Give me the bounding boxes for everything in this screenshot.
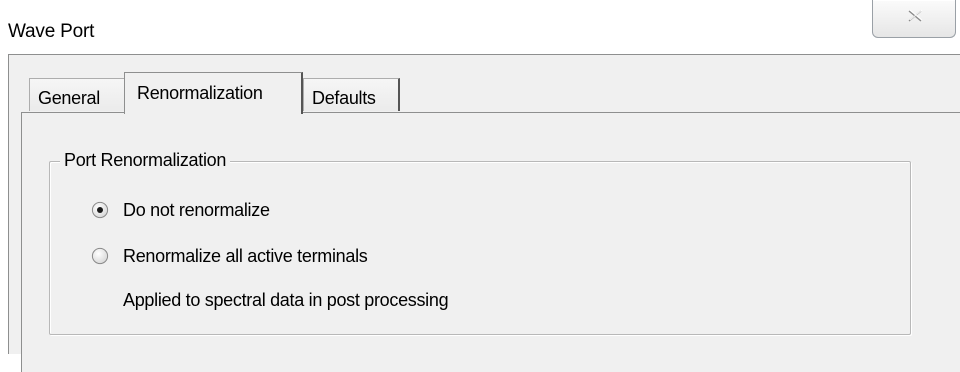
renormalization-description: Applied to spectral data in post process… (123, 290, 449, 310)
tab-general[interactable]: General (29, 78, 126, 111)
close-button[interactable] (872, 0, 956, 38)
window-title: Wave Port (8, 21, 95, 42)
radio-label-do-not-renormalize: Do not renormalize (123, 200, 270, 220)
radio-renormalize-all-active-terminals[interactable]: Renormalize all active terminals (91, 246, 451, 272)
tab-defaults[interactable]: Defaults (303, 78, 400, 111)
radio-checked-icon[interactable] (91, 201, 109, 219)
wave-port-dialog: Wave Port General Defaults Renormalizati… (0, 0, 960, 372)
tab-renormalization[interactable]: Renormalization (124, 72, 303, 114)
radio-label-renormalize-all-active-terminals: Renormalize all active terminals (123, 246, 368, 266)
tab-defaults-label: Defaults (312, 88, 376, 108)
radio-unchecked-icon[interactable] (91, 247, 109, 265)
radio-do-not-renormalize[interactable]: Do not renormalize (91, 200, 341, 226)
tab-general-label: General (38, 88, 100, 108)
close-icon (908, 9, 923, 22)
tab-renormalization-label: Renormalization (137, 83, 263, 103)
groupbox-title: Port Renormalization (60, 150, 231, 171)
